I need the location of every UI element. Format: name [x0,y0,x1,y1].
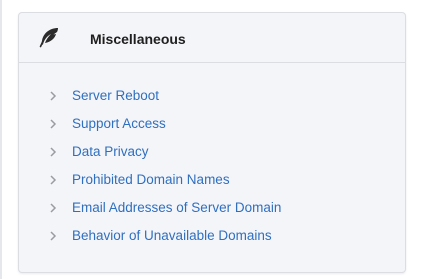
list-item-support-access[interactable]: Support Access [19,113,405,141]
chevron-right-icon [47,229,59,241]
chevron-right-icon [47,173,59,185]
chevron-right-icon [47,201,59,213]
email-addresses-of-server-domain-link[interactable]: Email Addresses of Server Domain [72,200,281,216]
list-item-prohibited-domain-names[interactable]: Prohibited Domain Names [19,169,405,197]
chevron-right-icon [47,145,59,157]
feather-icon [38,26,60,48]
panel-title: Miscellaneous [90,31,186,47]
page-edge-divider [0,0,2,279]
list-item-behavior-of-unavailable-domains[interactable]: Behavior of Unavailable Domains [19,225,405,253]
data-privacy-link[interactable]: Data Privacy [72,144,149,160]
chevron-right-icon [47,89,59,101]
behavior-of-unavailable-domains-link[interactable]: Behavior of Unavailable Domains [72,228,272,244]
list-item-data-privacy[interactable]: Data Privacy [19,141,405,169]
miscellaneous-panel: Miscellaneous Server Reboot Support Acce… [18,12,406,273]
list-item-email-addresses-of-server-domain[interactable]: Email Addresses of Server Domain [19,197,405,225]
prohibited-domain-names-link[interactable]: Prohibited Domain Names [72,172,230,188]
chevron-right-icon [47,117,59,129]
server-reboot-link[interactable]: Server Reboot [72,88,159,104]
support-access-link[interactable]: Support Access [72,116,166,132]
misc-link-list: Server Reboot Support Access Data Privac… [19,85,405,253]
list-item-server-reboot[interactable]: Server Reboot [19,85,405,113]
panel-header: Miscellaneous [19,13,405,63]
